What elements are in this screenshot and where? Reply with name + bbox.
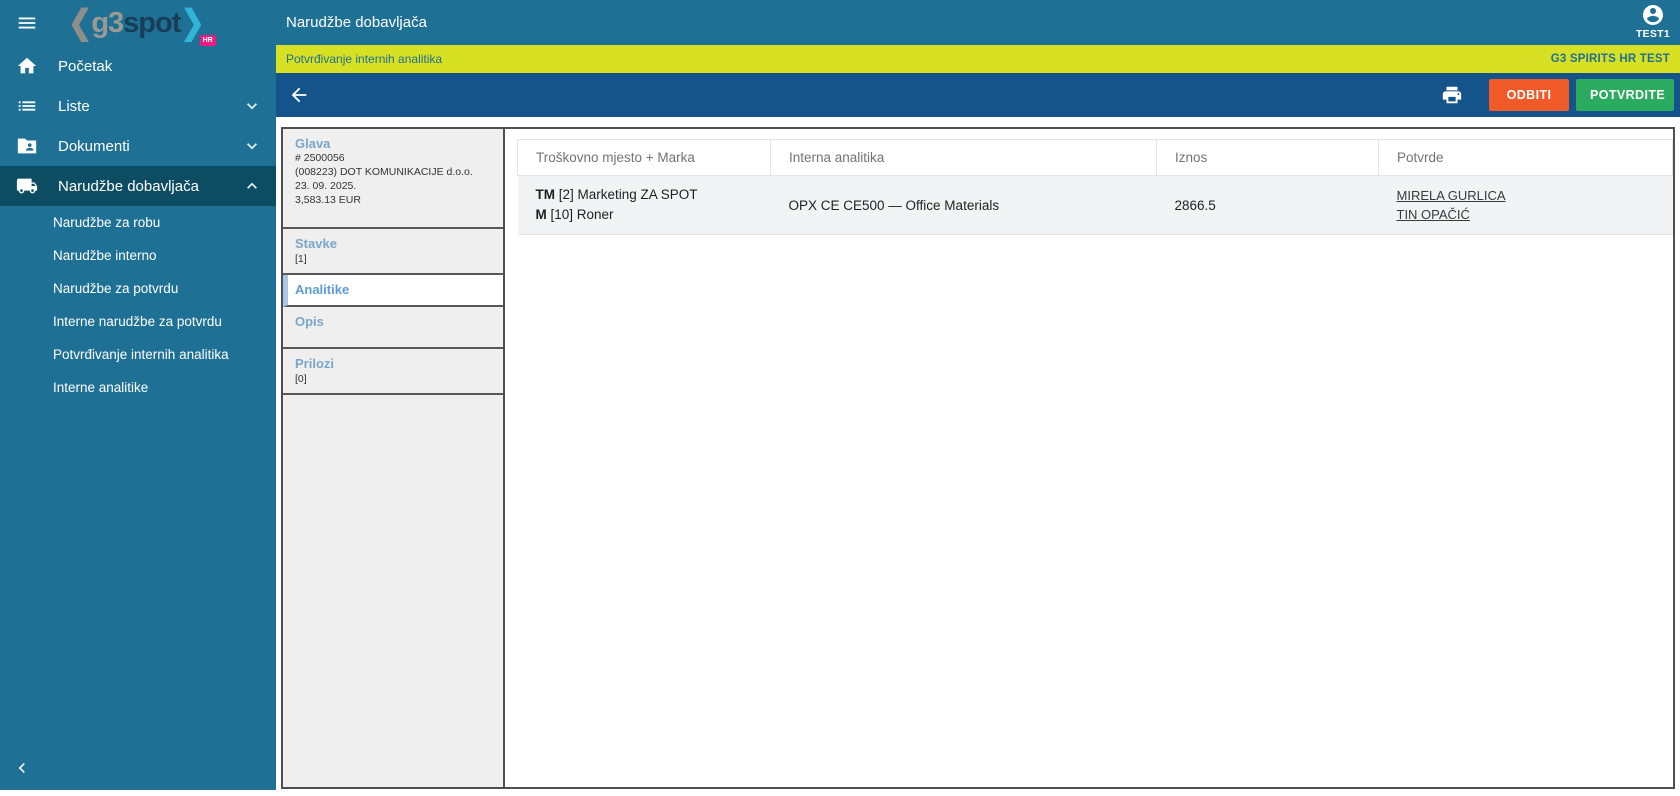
sidebar-item-label: Liste <box>58 97 90 115</box>
user-menu[interactable]: TEST1 <box>1636 3 1670 40</box>
arrow-left-icon <box>291 87 307 103</box>
logo-text-spot: spot <box>123 6 181 39</box>
account-icon <box>1642 5 1663 25</box>
sidebar-item-label: Narudžbe dobavljača <box>58 177 199 195</box>
app-window: ❮ g3 spot ❯ HR Početak Liste Dokumenti N… <box>0 0 1680 796</box>
top-header: Narudžbe dobavljača TEST1 <box>276 0 1680 45</box>
subitem-label: Potvrđivanje internih analitika <box>53 347 229 362</box>
document-tab-column: Glava # 2500056 (008223) DOT KOMUNIKACIJ… <box>283 129 505 787</box>
sidebar-subitem-narudzbe-za-potvrdu[interactable]: Narudžbe za potvrdu <box>0 272 276 305</box>
cell-troskovno-mjesto: TM [2] Marketing ZA SPOT M [10] Roner <box>517 175 771 235</box>
tab-glava[interactable]: Glava # 2500056 (008223) DOT KOMUNIKACIJ… <box>283 129 503 229</box>
sidebar-item-dokumenti[interactable]: Dokumenti <box>0 126 276 166</box>
list-icon <box>16 95 38 117</box>
action-toolbar: ODBITI POTVRDITE <box>276 73 1680 117</box>
marka-code: M <box>535 207 547 222</box>
back-button[interactable] <box>288 84 310 106</box>
tab-label: Opis <box>295 314 324 329</box>
subitem-label: Interne analitike <box>53 380 149 395</box>
confirm-button[interactable]: POTVRDITE <box>1576 79 1674 111</box>
hamburger-icon <box>18 17 36 29</box>
username-label: TEST1 <box>1635 28 1670 40</box>
subitem-label: Narudžbe za robu <box>53 215 161 230</box>
truck-icon <box>16 175 38 197</box>
sidebar-item-label: Dokumenti <box>58 137 130 155</box>
context-banner: Potvrđivanje internih analitika G3 SPIRI… <box>276 45 1680 73</box>
subitem-label: Narudžbe za potvrdu <box>53 281 179 296</box>
tab-count: [0] <box>295 373 307 385</box>
supplier-name: (008223) DOT KOMUNIKACIJE d.o.o. <box>295 166 473 178</box>
logo-hr-badge: HR <box>199 34 216 46</box>
sidebar-header: ❮ g3 spot ❯ HR <box>0 0 276 46</box>
cell-interna-analitika: OPX CE CE500 — Office Materials <box>770 175 1157 235</box>
tab-opis[interactable]: Opis <box>283 307 503 349</box>
marka-text: [10] Roner <box>546 207 614 222</box>
tab-label: Stavke <box>295 236 337 251</box>
tab-count: [1] <box>295 253 307 265</box>
app-logo[interactable]: ❮ g3 spot ❯ HR <box>68 4 216 46</box>
chevron-down-icon <box>242 96 262 116</box>
sidebar-subitem-narudzbe-za-robu[interactable]: Narudžbe za robu <box>0 206 276 239</box>
column-header-iznos: Iznos <box>1156 139 1379 176</box>
sidebar-subitem-narudzbe-interno[interactable]: Narudžbe interno <box>0 239 276 272</box>
sidebar-item-liste[interactable]: Liste <box>0 86 276 126</box>
documents-icon <box>16 135 38 157</box>
column-header-troskovno-mjesto: Troškovno mjesto + Marka <box>517 139 771 176</box>
sidebar-collapse-button[interactable] <box>12 758 32 778</box>
sidebar-item-narudzbe-dobavljaca[interactable]: Narudžbe dobavljača <box>0 166 276 206</box>
sidebar-subitem-interne-narudzbe-za-potvrdu[interactable]: Interne narudžbe za potvrdu <box>0 305 276 338</box>
document-number: # 2500056 <box>295 152 345 164</box>
reject-button[interactable]: ODBITI <box>1489 79 1569 111</box>
analytics-panel: Troškovno mjesto + Marka Interna analiti… <box>505 129 1673 787</box>
tab-label: Glava <box>295 136 331 151</box>
sidebar-nav: Početak Liste Dokumenti Narudžbe dobavlj… <box>0 46 276 404</box>
chevron-down-icon <box>242 136 262 156</box>
table-header-row: Troškovno mjesto + Marka Interna analiti… <box>517 139 1673 176</box>
logo-chevron-left: ❮ <box>68 4 92 41</box>
column-header-potvrde: Potvrde <box>1378 139 1673 176</box>
document-date: 23. 09. 2025. <box>295 180 357 192</box>
logo-text-g3: g3 <box>91 6 124 39</box>
tab-column-filler <box>283 395 503 787</box>
approver-link[interactable]: MIRELA GURLICA <box>1397 186 1506 205</box>
chevron-up-icon <box>242 176 262 196</box>
analytics-table: Troškovno mjesto + Marka Interna analiti… <box>517 139 1673 235</box>
sidebar: ❮ g3 spot ❯ HR Početak Liste Dokumenti N… <box>0 0 276 790</box>
menu-icon[interactable] <box>12 8 42 38</box>
tab-analitike[interactable]: Analitike <box>283 275 503 307</box>
company-label: G3 SPIRITS HR TEST <box>1550 53 1670 65</box>
sidebar-item-pocetak[interactable]: Početak <box>0 46 276 86</box>
sidebar-subitem-interne-analitike[interactable]: Interne analitike <box>0 371 276 404</box>
cell-iznos: 2866.5 <box>1156 175 1379 235</box>
cell-potvrde: MIRELA GURLICA TIN OPAČIĆ <box>1378 175 1673 235</box>
tab-label: Analitike <box>295 282 350 297</box>
document-total: 3,583.13 EUR <box>295 194 361 206</box>
subitem-label: Interne narudžbe za potvrdu <box>53 314 222 329</box>
print-button[interactable] <box>1441 84 1463 106</box>
sidebar-subitem-potvrdjivanje-internih-analitika[interactable]: Potvrđivanje internih analitika <box>0 338 276 371</box>
tab-stavke[interactable]: Stavke [1] <box>283 229 503 275</box>
tm-text: [2] Marketing ZA SPOT <box>555 187 698 202</box>
chevron-left-icon <box>18 763 25 773</box>
column-header-interna-analitika: Interna analitika <box>770 139 1157 176</box>
breadcrumb: Potvrđivanje internih analitika <box>286 52 443 66</box>
document-frame: Glava # 2500056 (008223) DOT KOMUNIKACIJ… <box>281 127 1675 789</box>
approver-link[interactable]: TIN OPAČIĆ <box>1397 205 1470 224</box>
table-row: TM [2] Marketing ZA SPOT M [10] Roner OP… <box>517 175 1673 235</box>
subitem-label: Narudžbe interno <box>53 248 157 263</box>
tab-label: Prilozi <box>295 356 335 371</box>
sidebar-item-label: Početak <box>58 57 113 75</box>
printer-icon <box>1442 86 1462 104</box>
home-icon <box>16 55 38 77</box>
tab-prilozi[interactable]: Prilozi [0] <box>283 349 503 395</box>
tm-code: TM <box>535 187 556 202</box>
page-title: Narudžbe dobavljača <box>286 14 427 31</box>
